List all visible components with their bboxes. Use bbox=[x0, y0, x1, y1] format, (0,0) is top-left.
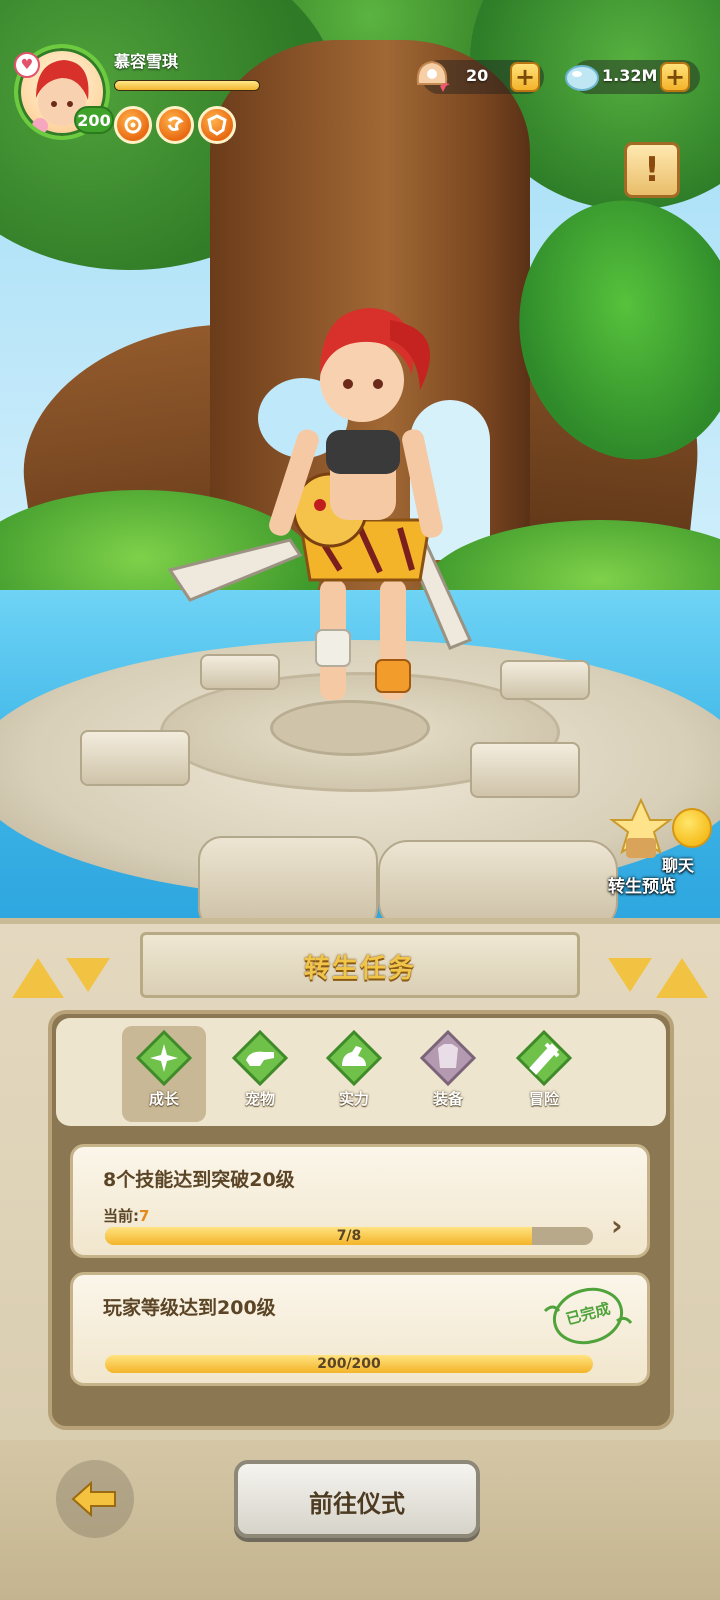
task-current-label: 当前: bbox=[103, 1207, 139, 1225]
gem-icon bbox=[565, 65, 599, 91]
triangle-down-icon bbox=[608, 958, 652, 992]
triangle-down-icon bbox=[66, 958, 110, 992]
player-level-badge: 200 bbox=[74, 106, 114, 134]
add-shells-button[interactable]: + bbox=[510, 62, 540, 92]
player-exp-bar bbox=[114, 80, 260, 91]
task-progress-text: 200/200 bbox=[317, 1356, 381, 1372]
dino-icon bbox=[232, 1030, 288, 1086]
triangle-up-icon bbox=[12, 958, 64, 998]
chat-icon[interactable] bbox=[672, 808, 712, 848]
panel-title: 转生任务 bbox=[303, 954, 416, 984]
player-exp-fill bbox=[115, 81, 259, 90]
boulder bbox=[378, 840, 618, 930]
exclamation-icon: ! bbox=[644, 150, 660, 190]
task-current: 当前:7 bbox=[103, 1205, 149, 1226]
task-title: 8个技能达到突破20级 bbox=[103, 1169, 295, 1191]
chat-label[interactable]: 聊天 bbox=[662, 852, 694, 876]
buff-shield-icon[interactable] bbox=[198, 106, 236, 144]
tab-growth[interactable]: 成长 bbox=[122, 1026, 206, 1122]
tab-label: 宠物 bbox=[244, 1090, 275, 1108]
star-icon bbox=[136, 1030, 192, 1086]
game-scene bbox=[0, 0, 720, 930]
tab-label: 成长 bbox=[148, 1090, 179, 1108]
chevron-right-icon[interactable]: › bbox=[611, 1211, 635, 1241]
shell-count: 20 bbox=[466, 66, 489, 85]
stone-pillar bbox=[470, 742, 580, 798]
heart-icon: ♥ bbox=[14, 52, 40, 78]
tab-pet[interactable]: 宠物 bbox=[218, 1026, 302, 1122]
task-title: 玩家等级达到200级 bbox=[103, 1297, 276, 1319]
notice-board-button[interactable]: ! bbox=[624, 142, 680, 198]
tab-adventure[interactable]: 冒险 bbox=[502, 1026, 586, 1122]
go-to-ritual-label[interactable]: 前往仪式 bbox=[234, 1484, 480, 1519]
task-progress-text: 7/8 bbox=[336, 1228, 362, 1244]
shell-icon bbox=[416, 60, 450, 92]
add-gems-button[interactable]: + bbox=[660, 62, 690, 92]
player-name: 慕容雪琪 bbox=[114, 52, 179, 71]
task-current-value: 7 bbox=[139, 1207, 150, 1225]
tab-label: 实力 bbox=[338, 1090, 369, 1108]
gem-count: 1.32M bbox=[602, 66, 658, 85]
tab-equipment[interactable]: 装备 bbox=[406, 1026, 490, 1122]
tab-label: 冒险 bbox=[528, 1090, 559, 1108]
task-card[interactable]: 8个技能达到突破20级 当前:7 7/8 › bbox=[70, 1144, 650, 1258]
buff-swirl-icon[interactable] bbox=[156, 106, 194, 144]
boulder bbox=[198, 836, 378, 930]
player-character bbox=[167, 308, 473, 700]
arrow-left-icon bbox=[71, 1481, 116, 1517]
tab-label: 装备 bbox=[432, 1090, 463, 1108]
armor-icon bbox=[420, 1030, 476, 1086]
arm-icon bbox=[326, 1030, 382, 1086]
adventure-icon bbox=[516, 1030, 572, 1086]
buff-flame-icon[interactable] bbox=[114, 106, 152, 144]
stone-pillar bbox=[500, 660, 590, 700]
tab-strength[interactable]: 实力 bbox=[312, 1026, 396, 1122]
stone-pillar bbox=[80, 730, 190, 786]
task-card[interactable]: 玩家等级达到200级 200/200 已完成 bbox=[70, 1272, 650, 1386]
triangle-up-icon bbox=[656, 958, 708, 998]
back-button[interactable] bbox=[56, 1460, 134, 1538]
